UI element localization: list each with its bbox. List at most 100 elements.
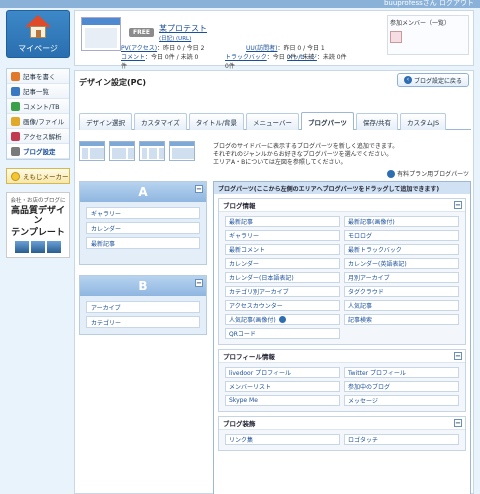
- sidebar-item[interactable]: 画像/ファイル: [7, 114, 69, 129]
- blog-part-item[interactable]: Skype Me: [225, 395, 340, 406]
- placed-part[interactable]: ギャラリー: [86, 207, 200, 219]
- blog-part-item[interactable]: メンバーリスト: [225, 381, 340, 392]
- sidebar-item[interactable]: コメント/TB: [7, 99, 69, 114]
- back-button-label: ブログ設定に戻る: [413, 77, 462, 85]
- blog-part-item[interactable]: カレンダー: [225, 258, 340, 269]
- blog-part-item[interactable]: 最新記事: [225, 216, 340, 227]
- blog-part-item[interactable]: livedoor プロフィール: [225, 367, 340, 378]
- layout-diagram-left: [79, 141, 105, 161]
- collapse-icon[interactable]: −: [454, 201, 462, 209]
- blog-part-item[interactable]: 人気記事(画像付): [225, 314, 340, 325]
- blog-part-item[interactable]: 月別アーカイブ: [344, 272, 459, 283]
- layout-diagram-single: [169, 141, 195, 161]
- design-tab[interactable]: メニューバー: [246, 113, 299, 130]
- blog-part-item[interactable]: 最新コメント: [225, 244, 340, 255]
- paid-plan-icon: [278, 316, 286, 323]
- desc-line: それぞれのジャンルからお好きなブログパーツを選んでください。: [213, 151, 393, 158]
- back-to-settings-button[interactable]: ‹ ブログ設定に戻る: [396, 73, 469, 87]
- sidebar-item[interactable]: 記事を書く: [7, 69, 69, 84]
- collapse-icon[interactable]: −: [195, 185, 203, 193]
- sidebar-item-label: コメント/TB: [23, 103, 60, 111]
- blog-part-item[interactable]: 人気記事: [344, 300, 459, 311]
- placed-part[interactable]: カレンダー: [86, 222, 200, 234]
- design-tab[interactable]: カスタマイズ: [134, 113, 187, 130]
- blog-part-item[interactable]: モロログ: [344, 230, 459, 241]
- parts-catalog-header: ブログパーツ(ここから左側のエリアへブログパーツをドラッグして追加できます): [214, 182, 470, 194]
- blog-part-label: 参加中のブログ: [348, 384, 391, 391]
- blog-part-label: Skype Me: [229, 397, 258, 404]
- parts-description: ブログのサイドバーに表示するブログパーツを新しく追加できます。 それぞれのジャン…: [213, 143, 473, 167]
- paid-legend: 有料プラン用ブログパーツ: [387, 169, 469, 178]
- sidebar-item[interactable]: ブログ設定: [7, 144, 69, 159]
- layout-diagram-right: [109, 141, 135, 161]
- category-title: ブログ情報 −: [219, 199, 465, 212]
- blog-part-item[interactable]: 参加中のブログ: [344, 381, 459, 392]
- sidebar-item[interactable]: アクセス解析: [7, 129, 69, 144]
- blog-part-label: 人気記事(画像付): [229, 317, 276, 324]
- blog-part-label: livedoor プロフィール: [229, 370, 291, 377]
- blog-part-item[interactable]: 最新記事(画像付): [344, 216, 459, 227]
- blog-part-label: 最新コメント: [229, 247, 266, 254]
- parts-category: ブログ情報 − 最新記事 最新記事(画像付) ギャラリー モロログ最新コメント 最新トラック…: [218, 198, 466, 345]
- blog-title-link[interactable]: 某プロテスト: [159, 23, 207, 34]
- blog-part-item[interactable]: Twitter プロフィール: [344, 367, 459, 378]
- blog-part-label: 人気記事: [348, 303, 373, 310]
- placed-part[interactable]: アーカイブ: [86, 301, 200, 313]
- blog-part-item[interactable]: タグクラウド: [344, 286, 459, 297]
- sidebar-item-label: 記事を書く: [23, 73, 56, 81]
- blog-part-label: 最新記事(画像付): [348, 219, 395, 226]
- user-logout-link[interactable]: buuprofessさん ログアウト: [384, 0, 474, 8]
- stat-label[interactable]: PV(アクセス): [121, 45, 157, 52]
- stat-label[interactable]: コメント: [121, 54, 145, 61]
- blog-part-item[interactable]: ギャラリー: [225, 230, 340, 241]
- blog-part-item[interactable]: カテゴリ別アーカイブ: [225, 286, 340, 297]
- area-b-header: B −: [80, 276, 206, 296]
- blog-sub-links[interactable]: (日記) (URL): [159, 34, 191, 42]
- placed-part[interactable]: 最新記事: [86, 237, 200, 249]
- blog-part-item[interactable]: メッセージ: [344, 395, 459, 406]
- blog-part-item[interactable]: ロゴタッチ: [344, 434, 459, 445]
- blog-info-card: FREE 某プロテスト (日記) (URL) PV(アクセス)：昨日 0 / 今…: [74, 10, 474, 70]
- member-avatar[interactable]: [390, 31, 402, 43]
- design-tab[interactable]: 保存/共有: [355, 113, 399, 130]
- category-grid: 最新記事 最新記事(画像付) ギャラリー モロログ 最新コメント 最新トラックバック カレン…: [219, 212, 465, 344]
- blog-part-item[interactable]: カレンダー(英語表記): [344, 258, 459, 269]
- collapse-icon[interactable]: −: [454, 352, 462, 360]
- stat-value: ：昨日 0 / 今日 1: [277, 45, 325, 52]
- category-grid: livedoor プロフィール Twitter プロフィール メンバーリスト 参加中の…: [219, 363, 465, 411]
- sidebar-item-label: ブログ設定: [23, 148, 56, 156]
- stat-label[interactable]: メッセージ: [287, 54, 317, 61]
- blog-part-item[interactable]: アクセスカウンター: [225, 300, 340, 311]
- blog-part-label: 最新記事: [229, 219, 254, 226]
- category-title-label: プロフィール情報: [223, 353, 275, 361]
- blog-thumbnail[interactable]: [81, 17, 121, 51]
- collapse-icon[interactable]: −: [454, 419, 462, 427]
- blog-part-label: リンク集: [229, 437, 254, 444]
- ad-line1: 会社・お店のブログに: [10, 198, 66, 204]
- chart-icon: [11, 131, 20, 141]
- members-title[interactable]: 参加メンバー（一覧）: [390, 18, 466, 27]
- smiley-icon: [11, 171, 20, 181]
- blog-part-item[interactable]: リンク集: [225, 434, 340, 445]
- stat-label[interactable]: トラックバック: [225, 54, 267, 61]
- ad-line3: テンプレート: [11, 228, 65, 238]
- blog-part-item[interactable]: QRコード: [225, 328, 340, 339]
- blog-part-item[interactable]: 記事検索: [344, 314, 459, 325]
- collapse-icon[interactable]: −: [195, 279, 203, 287]
- design-tab[interactable]: タイトル/背景: [188, 113, 245, 130]
- sidebar-item[interactable]: 記事一覧: [7, 84, 69, 99]
- list-icon: [11, 86, 20, 96]
- stat-label[interactable]: UU(訪問者): [246, 45, 277, 52]
- blog-part-item[interactable]: カレンダー(日本語表記): [225, 272, 340, 283]
- mypage-button[interactable]: マイページ: [6, 10, 70, 58]
- comment-icon: [11, 101, 20, 111]
- design-tab[interactable]: カスタムJS: [400, 113, 447, 130]
- design-tab[interactable]: デザイン選択: [79, 113, 132, 130]
- emoji-maker-button[interactable]: えもじメーカー: [6, 168, 70, 184]
- blog-part-item[interactable]: 最新トラックバック: [344, 244, 459, 255]
- blog-part-label: カレンダー: [229, 261, 260, 268]
- placed-part[interactable]: カテゴリー: [86, 316, 200, 328]
- template-ad-banner[interactable]: 会社・お店のブログに 高品質デザイン テンプレート: [6, 192, 70, 258]
- design-tab[interactable]: ブログパーツ: [300, 112, 354, 130]
- blog-part-label: モロログ: [348, 233, 373, 240]
